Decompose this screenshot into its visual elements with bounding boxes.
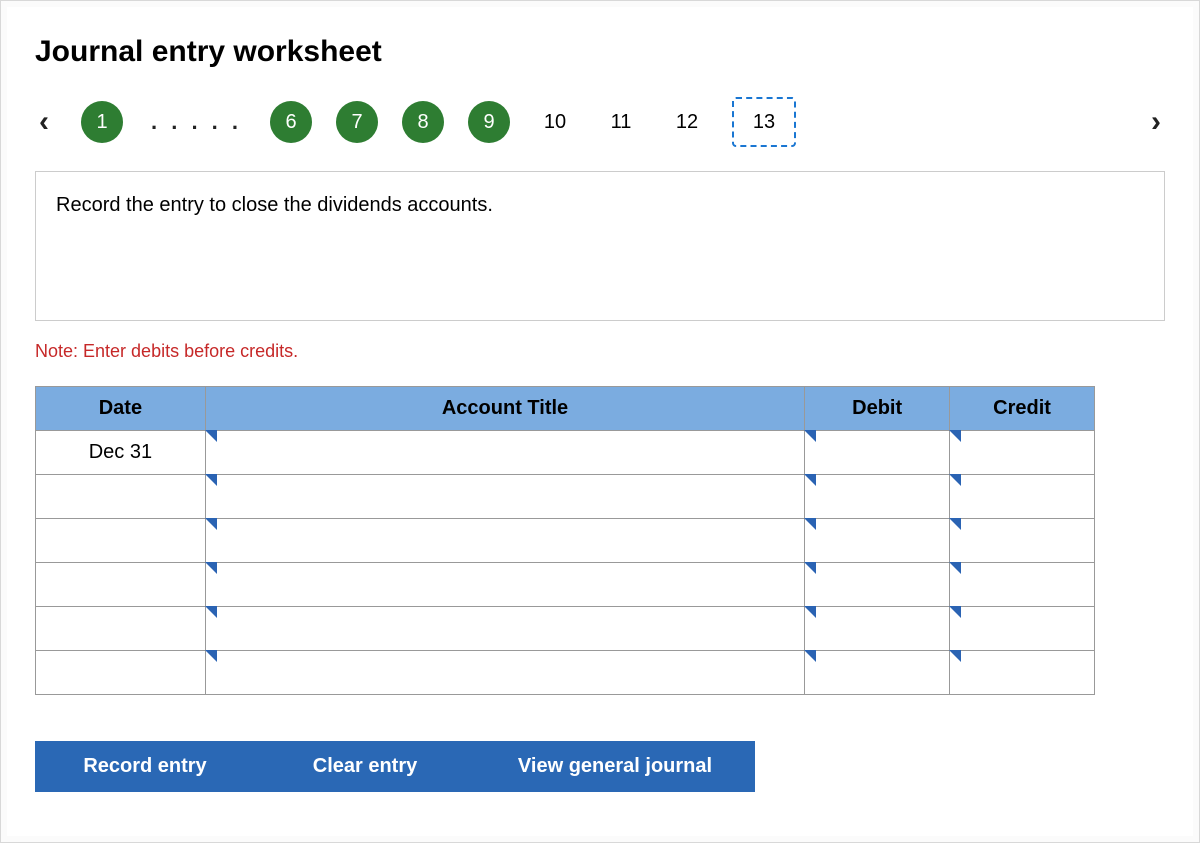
dropdown-icon: [949, 474, 961, 486]
account-cell[interactable]: [205, 519, 804, 563]
step-11[interactable]: 11: [600, 101, 642, 143]
prompt-box: Record the entry to close the dividends …: [35, 171, 1165, 321]
journal-table: Date Account Title Debit Credit Dec 31: [35, 386, 1095, 695]
step-6[interactable]: 6: [270, 101, 312, 143]
date-cell[interactable]: [36, 475, 206, 519]
account-cell[interactable]: [205, 431, 804, 475]
account-cell[interactable]: [205, 475, 804, 519]
step-12[interactable]: 12: [666, 101, 708, 143]
debit-cell[interactable]: [805, 431, 950, 475]
credit-cell[interactable]: [950, 431, 1095, 475]
step-1[interactable]: 1: [81, 101, 123, 143]
date-cell[interactable]: [36, 651, 206, 695]
credit-cell[interactable]: [950, 475, 1095, 519]
nav-next-icon[interactable]: ›: [1147, 105, 1165, 139]
table-row: [36, 519, 1095, 563]
dropdown-icon: [949, 430, 961, 442]
dropdown-icon: [205, 474, 217, 486]
dropdown-icon: [949, 562, 961, 574]
account-cell[interactable]: [205, 607, 804, 651]
credit-cell[interactable]: [950, 651, 1095, 695]
col-header-debit: Debit: [805, 387, 950, 431]
step-10[interactable]: 10: [534, 101, 576, 143]
dropdown-icon: [205, 430, 217, 442]
col-header-account: Account Title: [205, 387, 804, 431]
clear-entry-button[interactable]: Clear entry: [255, 741, 475, 792]
dropdown-icon: [949, 606, 961, 618]
account-cell[interactable]: [205, 563, 804, 607]
table-row: [36, 475, 1095, 519]
step-ellipsis: . . . . .: [147, 109, 246, 135]
note-text: Note: Enter debits before credits.: [35, 341, 1165, 362]
date-cell[interactable]: [36, 563, 206, 607]
date-cell[interactable]: [36, 607, 206, 651]
dropdown-icon: [949, 518, 961, 530]
credit-cell[interactable]: [950, 519, 1095, 563]
table-row: [36, 563, 1095, 607]
step-7[interactable]: 7: [336, 101, 378, 143]
dropdown-icon: [804, 518, 816, 530]
record-entry-button[interactable]: Record entry: [35, 741, 255, 792]
table-row: [36, 607, 1095, 651]
dropdown-icon: [804, 650, 816, 662]
button-row: Record entry Clear entry View general jo…: [35, 741, 1135, 792]
page-title: Journal entry worksheet: [35, 35, 1165, 69]
col-header-date: Date: [36, 387, 206, 431]
prompt-text: Record the entry to close the dividends …: [56, 194, 493, 216]
dropdown-icon: [804, 474, 816, 486]
credit-cell[interactable]: [950, 563, 1095, 607]
dropdown-icon: [804, 562, 816, 574]
nav-prev-icon[interactable]: ‹: [35, 105, 53, 139]
debit-cell[interactable]: [805, 563, 950, 607]
debit-cell[interactable]: [805, 519, 950, 563]
table-row: [36, 651, 1095, 695]
col-header-credit: Credit: [950, 387, 1095, 431]
step-8[interactable]: 8: [402, 101, 444, 143]
step-13[interactable]: 13: [732, 97, 796, 147]
dropdown-icon: [804, 606, 816, 618]
step-nav: ‹ 1 . . . . . 6789 10 11 12 13 ›: [35, 97, 1165, 147]
debit-cell[interactable]: [805, 651, 950, 695]
account-cell[interactable]: [205, 651, 804, 695]
dropdown-icon: [205, 650, 217, 662]
credit-cell[interactable]: [950, 607, 1095, 651]
step-9[interactable]: 9: [468, 101, 510, 143]
dropdown-icon: [205, 562, 217, 574]
dropdown-icon: [205, 606, 217, 618]
view-journal-button[interactable]: View general journal: [475, 741, 755, 792]
debit-cell[interactable]: [805, 475, 950, 519]
dropdown-icon: [205, 518, 217, 530]
table-row: Dec 31: [36, 431, 1095, 475]
date-cell[interactable]: [36, 519, 206, 563]
dropdown-icon: [949, 650, 961, 662]
dropdown-icon: [804, 430, 816, 442]
date-cell[interactable]: Dec 31: [36, 431, 206, 475]
debit-cell[interactable]: [805, 607, 950, 651]
